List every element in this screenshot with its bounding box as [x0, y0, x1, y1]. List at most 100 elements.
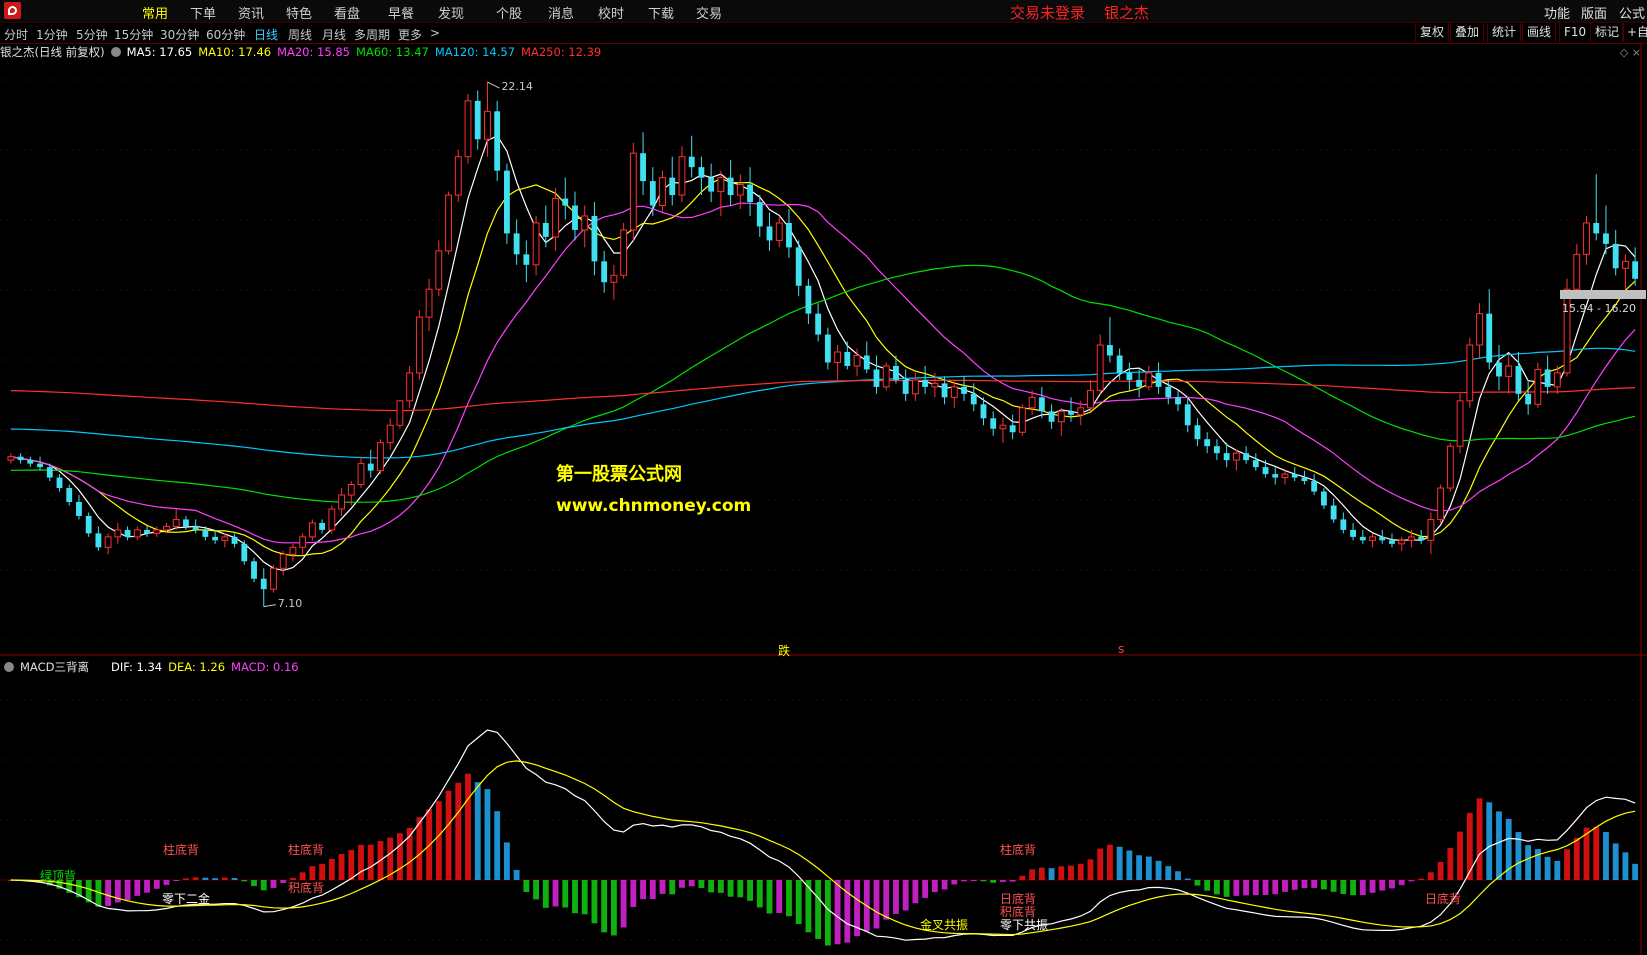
candle-body	[474, 100, 481, 140]
macd-bar	[562, 880, 569, 908]
macd-bar	[1272, 880, 1279, 895]
macd-bar	[1291, 880, 1298, 890]
candle-body	[319, 522, 326, 530]
candle-body	[795, 247, 802, 286]
candle-body	[1311, 481, 1318, 492]
candle-body	[1515, 365, 1522, 394]
candle-body	[805, 285, 812, 314]
macd-bar	[552, 880, 559, 907]
macd-bar	[980, 880, 987, 882]
macd-bar	[815, 880, 822, 939]
candle-body	[1583, 222, 1590, 255]
macd-bar	[270, 880, 277, 888]
candle-body	[698, 167, 705, 178]
macd-bar	[1603, 832, 1609, 880]
macd-bar	[893, 880, 899, 914]
macd-bar	[1369, 880, 1376, 893]
macd-bar	[1097, 848, 1104, 880]
candle-body	[1087, 389, 1094, 409]
macd-bar	[844, 880, 851, 943]
candle-body	[532, 222, 540, 266]
candle-body	[678, 156, 686, 196]
macd-bar	[659, 880, 666, 894]
macd-bar	[572, 880, 578, 914]
candle-body	[114, 529, 122, 538]
candle-body	[649, 181, 656, 206]
signal-annotation: 柱底背	[163, 843, 200, 857]
candle-body	[377, 442, 384, 472]
candle-body	[299, 536, 307, 548]
candle-body	[1126, 372, 1133, 380]
macd-bar	[1145, 856, 1152, 880]
macd-bar	[435, 801, 442, 880]
macd-bar	[1398, 880, 1405, 886]
macd-bar	[1564, 849, 1570, 880]
candle-body	[7, 456, 15, 461]
candle-body	[736, 184, 744, 196]
macd-bar	[231, 878, 238, 880]
macd-bar	[669, 880, 676, 895]
macd-bar	[922, 880, 929, 898]
candle-body	[1456, 400, 1464, 447]
candle-body	[1612, 243, 1619, 269]
macd-bar	[698, 880, 705, 889]
macd-bar	[124, 880, 131, 901]
candle-body	[1038, 397, 1045, 412]
macd-bar	[1437, 861, 1444, 880]
macd-bar	[1019, 875, 1026, 880]
macd-bar	[581, 880, 588, 915]
ma120-line	[10, 347, 1636, 459]
macd-bar	[251, 880, 257, 887]
macd-bar	[1379, 880, 1386, 891]
macd-bar	[1175, 871, 1181, 880]
ma250-line	[10, 379, 1636, 412]
candle-body	[1340, 519, 1347, 530]
macd-bar	[533, 880, 539, 900]
macd-bar	[465, 773, 471, 880]
candle-body	[464, 100, 472, 158]
settings-gear-icon[interactable]	[4, 662, 14, 672]
candle-body	[882, 365, 890, 388]
chart-canvas[interactable]	[0, 0, 1647, 955]
candle-body	[1116, 355, 1123, 373]
macd-bar	[1243, 880, 1250, 896]
candle-body	[931, 382, 939, 388]
macd-bar	[1126, 850, 1133, 880]
indicator-title[interactable]: MACD三背离	[20, 660, 89, 674]
candle-body	[766, 226, 773, 241]
candle-body	[1028, 396, 1036, 409]
candle-body	[756, 202, 763, 227]
ma5-line	[10, 135, 1636, 572]
macd-bar	[1204, 880, 1211, 891]
candle-body	[1320, 491, 1327, 506]
macd-bar	[445, 790, 452, 880]
candle-body	[1136, 379, 1143, 387]
candle-body	[591, 215, 598, 262]
low-price-label: 7.10	[277, 596, 303, 610]
candle-body	[338, 494, 345, 510]
candle-body	[1096, 344, 1104, 391]
candle-body	[1418, 536, 1425, 541]
macd-bar	[455, 782, 462, 880]
signal-annotation: 柱底背	[1000, 843, 1037, 857]
macd-bar	[1457, 831, 1463, 880]
candle-body	[133, 529, 141, 538]
macd-bar	[1486, 802, 1493, 880]
macd-legend: MACD三背离 DIF: 1.34 DEA: 1.26 MACD: 0.16	[4, 659, 311, 675]
candle-body	[999, 424, 1007, 430]
dif-line	[10, 729, 1636, 941]
macd-bar	[192, 877, 199, 880]
macd-bar	[328, 858, 335, 880]
macd-bar	[912, 880, 919, 904]
candle-body	[1553, 372, 1561, 388]
candle-body	[708, 177, 715, 192]
macd-bar	[1213, 880, 1220, 895]
candle-body	[970, 393, 977, 405]
macd-bar	[319, 863, 326, 880]
macd-bar	[1573, 837, 1580, 880]
candle-body	[454, 156, 462, 196]
candle-body	[1437, 487, 1445, 520]
candle-body	[328, 508, 336, 531]
candle-body	[980, 404, 987, 419]
candle-body	[990, 418, 997, 429]
